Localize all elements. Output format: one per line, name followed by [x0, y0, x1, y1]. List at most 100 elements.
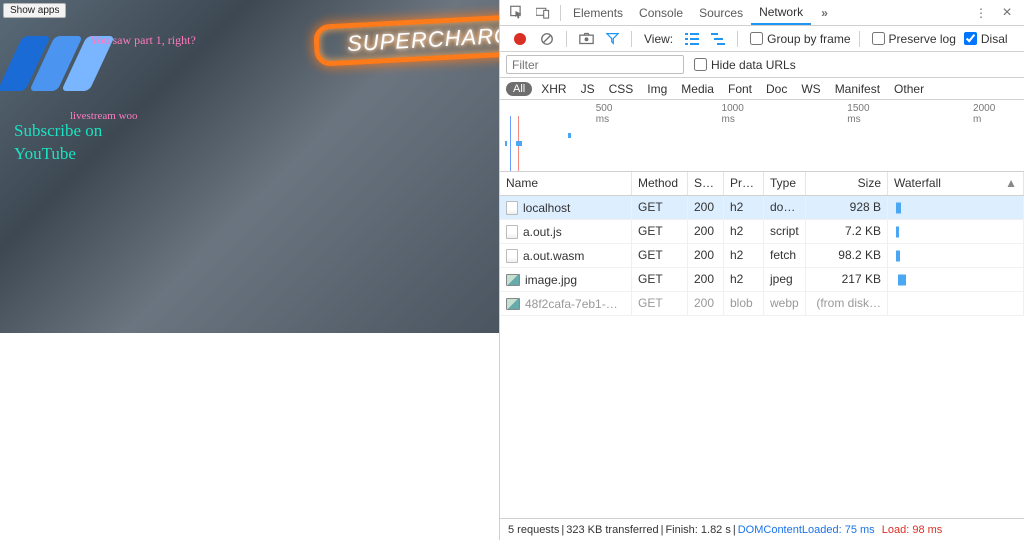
- document-file-icon: [506, 225, 518, 239]
- waterfall-bar: [896, 202, 901, 213]
- cell-name: image.jpg: [500, 268, 632, 291]
- tab-console[interactable]: Console: [631, 0, 691, 25]
- col-size[interactable]: Size: [806, 172, 888, 195]
- type-filter-row: All XHR JS CSS Img Media Font Doc WS Man…: [500, 78, 1024, 100]
- clear-icon[interactable]: [540, 32, 554, 46]
- filter-doc[interactable]: Doc: [761, 81, 792, 97]
- col-waterfall[interactable]: Waterfall▲: [888, 172, 1024, 195]
- cell-method: GET: [632, 292, 688, 315]
- cell-type: doc…: [764, 196, 806, 219]
- separator: [566, 31, 567, 47]
- cell-method: GET: [632, 244, 688, 267]
- cell-size: 928 B: [806, 196, 888, 219]
- table-row[interactable]: localhostGET200h2doc…928 B: [500, 196, 1024, 220]
- filter-media[interactable]: Media: [676, 81, 719, 97]
- tab-network[interactable]: Network: [751, 0, 811, 25]
- col-method[interactable]: Method: [632, 172, 688, 195]
- separator: [560, 5, 561, 21]
- table-header: Name Method Sta… Pro… Type Size Waterfal…: [500, 172, 1024, 196]
- waterfall-bar: [896, 250, 900, 261]
- table-row[interactable]: 48f2cafa-7eb1-…GET200blobwebp(from disk…: [500, 292, 1024, 316]
- filter-xhr[interactable]: XHR: [536, 81, 571, 97]
- table-row[interactable]: a.out.jsGET200h2script7.2 KB: [500, 220, 1024, 244]
- network-toolbar: View: Group by frame Preserve log Disal: [500, 26, 1024, 52]
- timeline-bar: [505, 141, 507, 146]
- neon-sign: SUPERCHARGED: [313, 11, 499, 67]
- cell-status: 200: [688, 244, 724, 267]
- separator: [631, 31, 632, 47]
- status-finish: Finish: 1.82 s: [665, 524, 730, 536]
- view-waterfall-icon[interactable]: [711, 33, 725, 45]
- cell-name: 48f2cafa-7eb1-…: [500, 292, 632, 315]
- filter-input[interactable]: [506, 55, 684, 74]
- cell-waterfall: [888, 292, 1024, 315]
- view-label: View:: [644, 32, 673, 46]
- record-button[interactable]: [514, 33, 526, 45]
- status-load: Load: 98 ms: [882, 524, 943, 536]
- kebab-menu-icon[interactable]: ⋮: [974, 6, 988, 20]
- group-by-frame-checkbox[interactable]: Group by frame: [750, 32, 850, 46]
- cell-type: fetch: [764, 244, 806, 267]
- filter-font[interactable]: Font: [723, 81, 757, 97]
- cell-waterfall: [888, 244, 1024, 267]
- document-file-icon: [506, 201, 518, 215]
- devtools-tabbar: Elements Console Sources Network » ⋮ ×: [500, 0, 1024, 26]
- cell-method: GET: [632, 268, 688, 291]
- col-type[interactable]: Type: [764, 172, 806, 195]
- filter-ws[interactable]: WS: [796, 81, 825, 97]
- timeline-overview[interactable]: 500 ms 1000 ms 1500 ms 2000 m: [500, 100, 1024, 172]
- image-file-icon: [506, 274, 520, 286]
- cell-status: 200: [688, 292, 724, 315]
- filter-other[interactable]: Other: [889, 81, 929, 97]
- separator: [737, 31, 738, 47]
- cell-type: script: [764, 220, 806, 243]
- cell-type: webp: [764, 292, 806, 315]
- video-screenshot: Show apps You saw part 1, right? livestr…: [0, 0, 499, 333]
- cell-protocol: h2: [724, 244, 764, 267]
- timeline-dcl-marker: [510, 116, 511, 171]
- capture-screenshots-icon[interactable]: [579, 32, 594, 45]
- col-protocol[interactable]: Pro…: [724, 172, 764, 195]
- tab-sources[interactable]: Sources: [691, 0, 751, 25]
- document-file-icon: [506, 249, 518, 263]
- cell-size: 7.2 KB: [806, 220, 888, 243]
- inspect-element-icon[interactable]: [510, 6, 524, 20]
- filter-js[interactable]: JS: [576, 81, 600, 97]
- filter-manifest[interactable]: Manifest: [830, 81, 885, 97]
- show-apps-button[interactable]: Show apps: [3, 3, 66, 18]
- timeline-bar: [568, 133, 571, 138]
- table-row[interactable]: image.jpgGET200h2jpeg217 KB: [500, 268, 1024, 292]
- cell-name: localhost: [500, 196, 632, 219]
- network-table: Name Method Sta… Pro… Type Size Waterfal…: [500, 172, 1024, 518]
- cell-name: a.out.wasm: [500, 244, 632, 267]
- filter-all[interactable]: All: [506, 82, 532, 96]
- disable-cache-checkbox[interactable]: Disal: [964, 32, 1008, 46]
- cell-waterfall: [888, 196, 1024, 219]
- filter-toggle-icon[interactable]: [606, 32, 619, 45]
- filter-row: Hide data URLs: [500, 52, 1024, 78]
- preserve-log-checkbox[interactable]: Preserve log: [872, 32, 956, 46]
- waterfall-bar: [898, 274, 906, 285]
- col-status[interactable]: Sta…: [688, 172, 724, 195]
- cell-waterfall: [888, 220, 1024, 243]
- status-requests: 5 requests: [508, 524, 559, 536]
- cell-size: 98.2 KB: [806, 244, 888, 267]
- cell-status: 200: [688, 220, 724, 243]
- more-tabs-icon[interactable]: »: [817, 6, 831, 20]
- close-icon[interactable]: ×: [1000, 6, 1014, 20]
- chalk-subscribe: Subscribe on YouTube: [14, 120, 102, 166]
- col-name[interactable]: Name: [500, 172, 632, 195]
- image-file-icon: [506, 298, 520, 310]
- filter-css[interactable]: CSS: [604, 81, 639, 97]
- cell-protocol: blob: [724, 292, 764, 315]
- tab-elements[interactable]: Elements: [565, 0, 631, 25]
- device-toggle-icon[interactable]: [536, 6, 550, 20]
- view-list-icon[interactable]: [685, 33, 699, 45]
- table-row[interactable]: a.out.wasmGET200h2fetch98.2 KB: [500, 244, 1024, 268]
- table-body[interactable]: localhostGET200h2doc…928 Ba.out.jsGET200…: [500, 196, 1024, 518]
- filter-img[interactable]: Img: [642, 81, 672, 97]
- content-pane: Show apps You saw part 1, right? livestr…: [0, 0, 499, 540]
- waterfall-bar: [896, 226, 899, 237]
- cell-status: 200: [688, 268, 724, 291]
- hide-data-urls-checkbox[interactable]: Hide data URLs: [694, 58, 796, 72]
